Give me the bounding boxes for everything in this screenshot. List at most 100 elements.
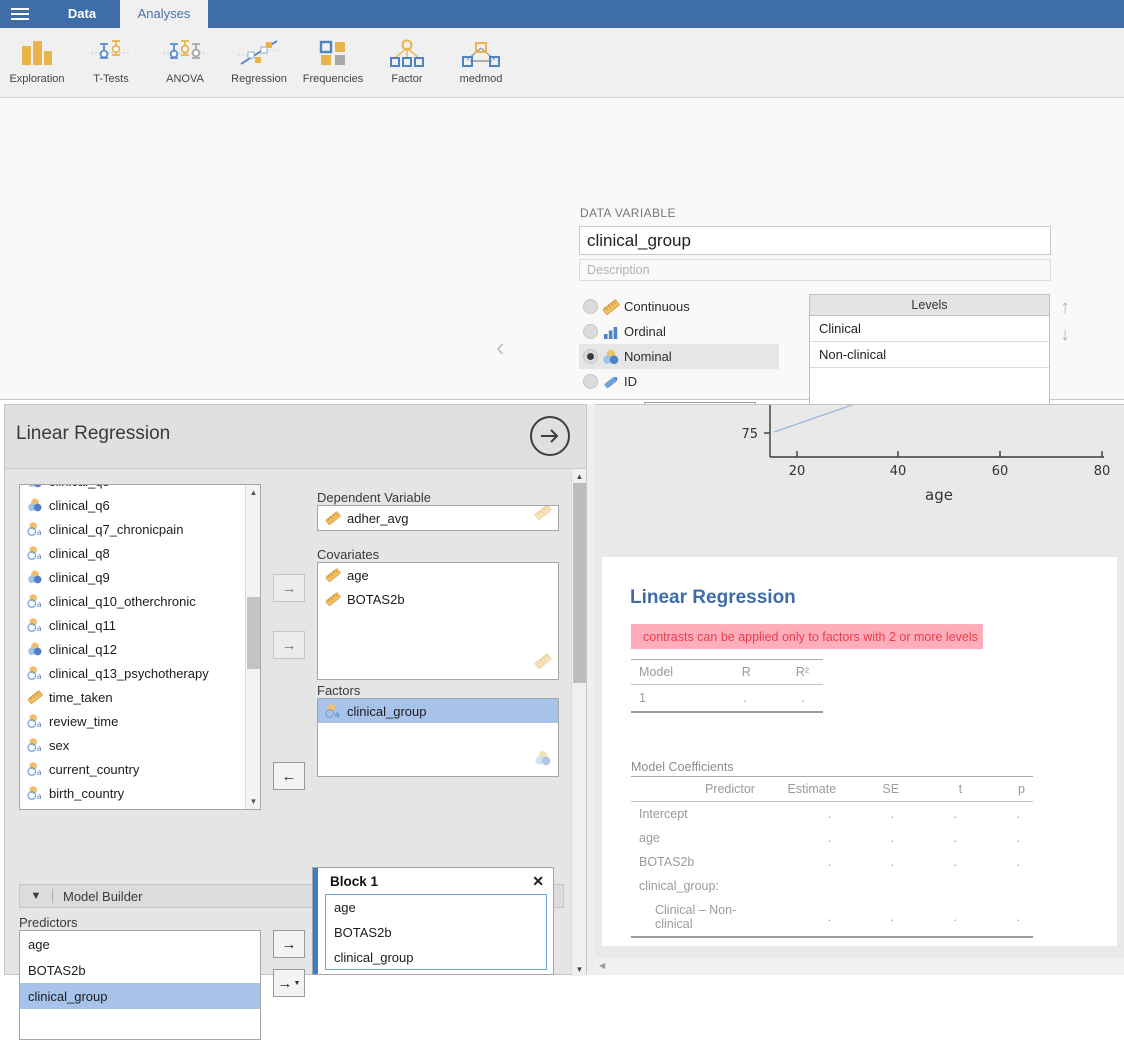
list-item[interactable]: a clinical_q11 <box>20 613 247 637</box>
list-item[interactable]: a birth_country <box>20 781 247 805</box>
assign-covariate-button[interactable]: → <box>273 631 305 659</box>
list-item[interactable]: age <box>318 563 558 587</box>
list-item[interactable]: adher_avg <box>318 506 558 530</box>
list-item[interactable]: clinical_q12 <box>20 637 247 661</box>
available-variables-list[interactable]: clinical_q5 clinical_q6 a clinical_q7_ch… <box>19 484 261 810</box>
remove-factor-button[interactable]: ← <box>273 762 305 790</box>
tab-analyses[interactable]: Analyses <box>120 0 208 28</box>
assign-dependent-button[interactable]: → <box>273 574 305 602</box>
measure-type-id[interactable]: ID <box>579 369 779 394</box>
panel-splitter[interactable] <box>587 404 595 975</box>
regression-plot[interactable]: 75 20 40 60 80 age <box>602 405 1124 553</box>
scroll-up-icon[interactable]: ▲ <box>572 469 587 483</box>
ribbon-label: Exploration <box>9 73 64 85</box>
list-item[interactable]: age <box>326 895 546 920</box>
arrow-down-icon[interactable]: ↓ <box>1054 323 1076 345</box>
block-terms-list[interactable]: age BOTAS2b clinical_group <box>325 894 547 970</box>
factors-label: Factors <box>317 683 360 698</box>
blocks-box[interactable]: Block 1 ✕ age BOTAS2b clinical_group <box>312 867 554 975</box>
hamburger-menu-icon[interactable] <box>0 0 40 28</box>
covariates-box[interactable]: age BOTAS2b <box>317 562 559 680</box>
nominal-text-icon: a <box>27 665 49 681</box>
tab-data[interactable]: Data <box>44 0 120 28</box>
chevron-left-icon[interactable]: ‹ <box>496 334 505 360</box>
scrollbar-thumb[interactable] <box>573 483 586 683</box>
variable-description-input[interactable] <box>579 259 1051 281</box>
four-squares-icon <box>315 35 351 71</box>
scroll-up-icon[interactable]: ▲ <box>246 485 261 500</box>
radio-nominal[interactable] <box>583 349 598 364</box>
scroll-down-icon[interactable]: ▼ <box>246 794 261 809</box>
predictors-box[interactable]: age BOTAS2b clinical_group <box>19 930 261 1040</box>
scroll-left-icon[interactable]: ◀ <box>599 961 605 970</box>
svg-text:a: a <box>37 528 42 537</box>
ribbon-item-exploration[interactable]: Exploration <box>0 30 74 96</box>
dependent-variable-box[interactable]: adher_avg <box>317 505 559 531</box>
variable-name: time_taken <box>49 690 113 705</box>
list-item[interactable]: BOTAS2b <box>20 957 260 983</box>
list-item[interactable]: clinical_q6 <box>20 493 247 517</box>
measure-type-nominal[interactable]: Nominal <box>579 344 779 369</box>
factor-tree-icon <box>387 35 427 71</box>
list-item[interactable]: clinical_group <box>326 945 546 970</box>
measure-type-continuous[interactable]: Continuous <box>579 294 779 319</box>
list-item[interactable]: clinical_q9 <box>20 565 247 589</box>
measure-type-label: Continuous <box>624 299 690 314</box>
scroll-down-icon[interactable]: ▼ <box>572 962 587 976</box>
level-row[interactable]: Clinical <box>810 316 1049 342</box>
results-document[interactable]: Linear Regression contrasts can be appli… <box>602 557 1117 946</box>
list-item[interactable]: a review_time <box>20 709 247 733</box>
scrollbar-thumb[interactable] <box>247 597 260 669</box>
ribbon-item-factor[interactable]: Factor <box>370 30 444 96</box>
add-term-button[interactable]: → <box>273 930 305 958</box>
nominal-circles-icon <box>598 348 624 366</box>
list-item[interactable]: time_taken <box>20 685 247 709</box>
list-item[interactable]: a clinical_q13_psychotherapy <box>20 661 247 685</box>
variable-name-input[interactable] <box>579 226 1051 255</box>
arrow-right-circle-icon[interactable] <box>530 416 570 456</box>
available-variables-scrollbar[interactable]: ▲ ▼ <box>245 485 260 809</box>
id-pencil-icon <box>598 373 624 391</box>
arrow-up-icon[interactable]: ↑ <box>1054 296 1076 318</box>
cell: . <box>844 826 907 850</box>
list-item[interactable]: a clinical_q7_chronicpain <box>20 517 247 541</box>
list-item[interactable]: a current_country <box>20 757 247 781</box>
analyses-ribbon: Exploration T-Tests <box>0 28 1124 98</box>
ribbon-item-regression[interactable]: Regression <box>222 30 296 96</box>
cell: . <box>844 850 907 874</box>
list-item[interactable]: a sex <box>20 733 247 757</box>
measure-type-label: Ordinal <box>624 324 666 339</box>
add-term-menu-button[interactable]: →▼ <box>273 969 305 997</box>
list-item[interactable]: age <box>20 931 260 957</box>
radio-continuous[interactable] <box>583 299 598 314</box>
list-item[interactable]: BOTAS2b <box>326 920 546 945</box>
svg-text:a: a <box>37 720 42 729</box>
cell: Clinical – Non-clinical <box>631 898 763 937</box>
nominal-text-icon: a <box>27 713 49 729</box>
list-item[interactable]: clinical_group <box>20 983 260 1009</box>
options-title: Linear Regression <box>16 423 170 445</box>
errorbar-three-icon <box>161 35 209 71</box>
ribbon-item-medmod[interactable]: medmod <box>444 30 518 96</box>
list-item[interactable]: BOTAS2b <box>318 587 558 611</box>
options-panel-scrollbar[interactable]: ▲ ▼ <box>571 469 586 976</box>
ribbon-item-frequencies[interactable]: Frequencies <box>296 30 370 96</box>
list-item[interactable]: clinical_q5 <box>20 484 247 493</box>
level-row[interactable]: Non-clinical <box>810 342 1049 368</box>
measure-type-label: Nominal <box>624 349 672 364</box>
ribbon-label: Factor <box>391 73 422 85</box>
list-item[interactable]: a clinical_q8 <box>20 541 247 565</box>
factors-box[interactable]: a clinical_group <box>317 698 559 777</box>
measure-type-ordinal[interactable]: Ordinal <box>579 319 779 344</box>
ribbon-item-ttests[interactable]: T-Tests <box>74 30 148 96</box>
nominal-text-icon: a <box>325 703 347 719</box>
list-item[interactable]: a clinical_q10_otherchronic <box>20 589 247 613</box>
close-x-icon[interactable]: ✕ <box>532 873 544 890</box>
table-row: BOTAS2b . . . . <box>631 850 1033 874</box>
radio-ordinal[interactable] <box>583 324 598 339</box>
list-item[interactable]: a clinical_group <box>318 699 558 723</box>
ribbon-item-anova[interactable]: ANOVA <box>148 30 222 96</box>
radio-id[interactable] <box>583 374 598 389</box>
cell: . <box>970 850 1033 874</box>
results-horizontal-scrollbar[interactable]: ◀ <box>595 958 1124 975</box>
